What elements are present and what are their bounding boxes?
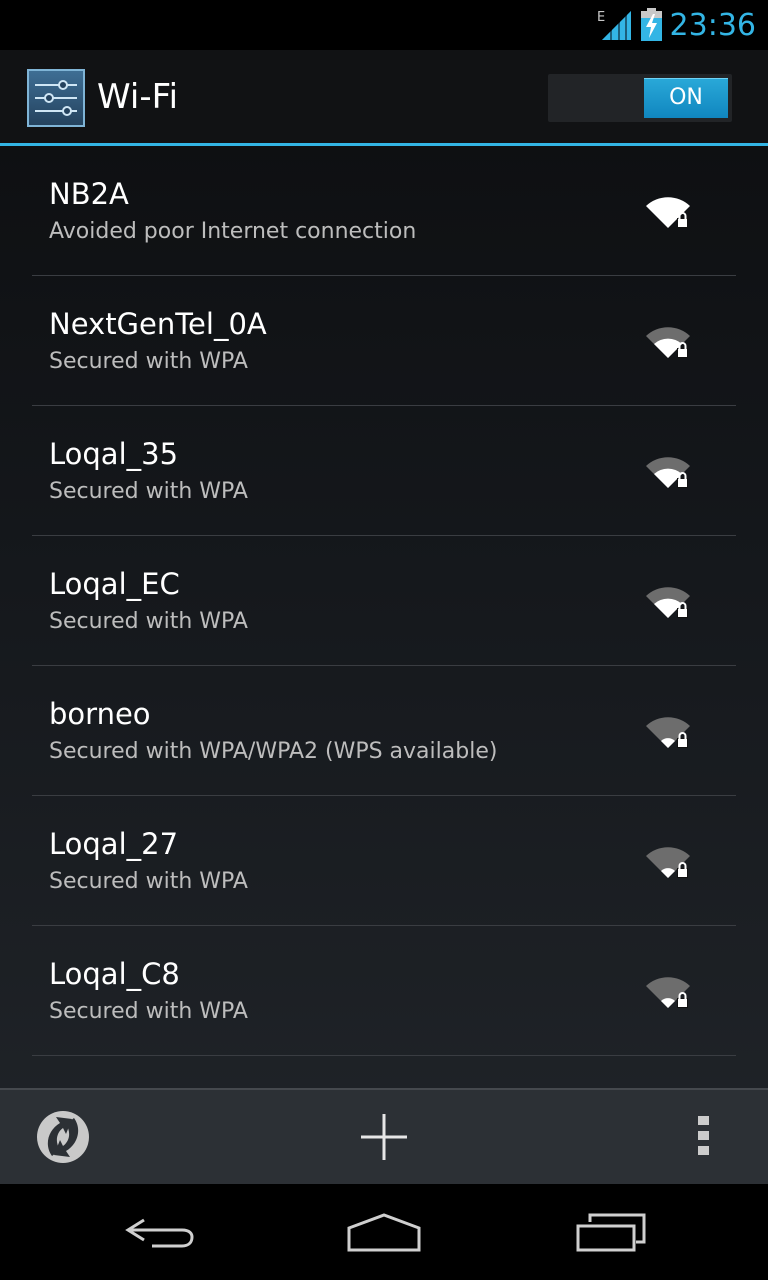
add-network-icon <box>361 1114 407 1160</box>
wifi-lock-icon <box>646 457 690 488</box>
network-item[interactable]: Loqal_C8 Secured with WPA <box>32 926 736 1056</box>
bottom-action-bar <box>0 1088 768 1184</box>
wifi-lock-icon <box>646 847 690 878</box>
home-icon <box>347 1213 421 1252</box>
network-summary: Secured with WPA/WPA2 (WPS available) <box>49 739 498 764</box>
overflow-menu-icon <box>698 1116 709 1155</box>
overflow-menu-button[interactable] <box>656 1090 752 1184</box>
network-ssid: borneo <box>49 697 151 731</box>
wifi-toggle-thumb[interactable]: ON <box>644 78 728 118</box>
network-summary: Avoided poor Internet connection <box>49 219 417 244</box>
network-item[interactable]: Loqal_27 Secured with WPA <box>32 796 736 926</box>
back-icon <box>125 1218 194 1248</box>
wifi-lock-icon <box>646 587 690 618</box>
recent-apps-button[interactable] <box>544 1184 672 1280</box>
network-ssid: NB2A <box>49 177 129 211</box>
status-bar: E 23:36 <box>0 0 768 50</box>
wifi-lock-icon <box>646 197 690 228</box>
network-summary: Secured with WPA <box>49 479 248 504</box>
action-bar: Wi-Fi ON <box>0 50 768 146</box>
network-summary: Secured with WPA <box>49 349 248 374</box>
network-summary: Secured with WPA <box>49 869 248 894</box>
wifi-lock-icon <box>646 327 690 358</box>
navigation-bar <box>0 1184 768 1280</box>
wps-button[interactable] <box>0 1090 128 1184</box>
page-title: Wi-Fi <box>97 77 179 117</box>
wifi-toggle[interactable]: ON <box>548 74 732 122</box>
network-item[interactable]: Loqal_35 Secured with WPA <box>32 406 736 536</box>
add-network-button[interactable] <box>320 1090 448 1184</box>
network-ssid: Loqal_EC <box>49 567 180 601</box>
network-ssid: NextGenTel_0A <box>49 307 267 341</box>
status-clock: 23:36 <box>669 8 756 43</box>
wps-icon <box>37 1111 89 1163</box>
network-ssid: Loqal_35 <box>49 437 179 471</box>
wifi-lock-icon <box>646 717 690 748</box>
network-list: NB2A Avoided poor Internet connection Ne… <box>32 146 736 1056</box>
wifi-settings-screen: E 23:36 Wi-Fi ON NB2A Avoided poor Inter… <box>0 0 768 1280</box>
settings-sliders-icon[interactable] <box>27 69 85 127</box>
home-button[interactable] <box>320 1184 448 1280</box>
network-summary: Secured with WPA <box>49 999 248 1024</box>
network-ssid: Loqal_27 <box>49 827 179 861</box>
network-ssid: Loqal_C8 <box>49 957 180 991</box>
network-item[interactable]: NextGenTel_0A Secured with WPA <box>32 276 736 406</box>
recent-apps-icon <box>576 1213 646 1252</box>
network-item[interactable]: NB2A Avoided poor Internet connection <box>32 146 736 276</box>
signal-icon: E <box>597 10 631 40</box>
battery-charging-icon <box>641 8 662 41</box>
network-item[interactable]: Loqal_EC Secured with WPA <box>32 536 736 666</box>
back-button[interactable] <box>96 1184 224 1280</box>
network-item[interactable]: borneo Secured with WPA/WPA2 (WPS availa… <box>32 666 736 796</box>
network-summary: Secured with WPA <box>49 609 248 634</box>
wifi-lock-icon <box>646 977 690 1008</box>
network-type-label: E <box>597 10 605 25</box>
